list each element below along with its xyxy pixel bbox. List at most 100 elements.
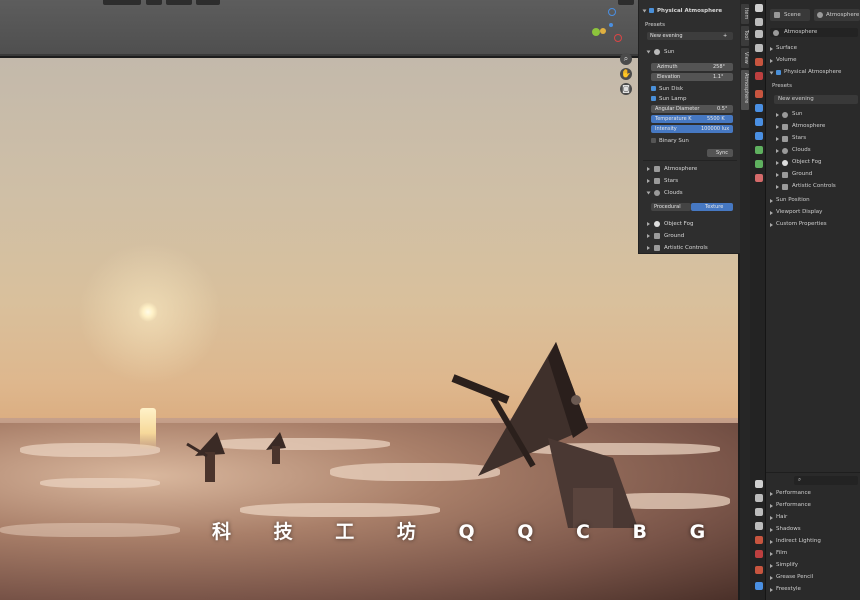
expand-arrow-icon[interactable] <box>770 552 773 556</box>
lower-panel-header[interactable]: Freestyle <box>766 585 860 596</box>
expand-arrow-icon[interactable] <box>647 246 650 250</box>
search-icon[interactable]: ⌕ <box>620 53 632 65</box>
expand-arrow-icon[interactable] <box>776 137 779 141</box>
expand-arrow-icon[interactable] <box>776 185 779 189</box>
render-properties-icon[interactable] <box>755 494 763 502</box>
artistic-controls-row[interactable]: Artistic Controls <box>639 243 741 253</box>
preset-dropdown[interactable]: New evening <box>774 95 858 104</box>
header-button[interactable] <box>166 0 192 5</box>
preset-dropdown[interactable]: New evening + <box>647 32 733 40</box>
lower-panel-header[interactable]: Simplify <box>766 561 860 572</box>
world-properties-icon[interactable] <box>755 72 763 80</box>
expand-arrow-icon[interactable] <box>646 50 651 54</box>
output-properties-icon[interactable] <box>755 508 763 516</box>
scene-properties-icon[interactable] <box>755 536 763 544</box>
scene-properties-icon[interactable] <box>755 58 763 66</box>
expand-arrow-icon[interactable] <box>770 492 773 496</box>
expand-arrow-icon[interactable] <box>770 223 773 227</box>
tab-tool[interactable]: Tool <box>741 26 749 46</box>
ground-item[interactable]: Ground <box>766 170 860 181</box>
hand-icon[interactable]: ✋ <box>620 68 632 80</box>
lower-panel-header[interactable]: Indirect Lighting <box>766 537 860 548</box>
expand-arrow-icon[interactable] <box>647 179 650 183</box>
mode-texture-button[interactable]: Texture <box>691 203 733 211</box>
tool-properties-icon[interactable] <box>755 480 763 488</box>
expand-arrow-icon[interactable] <box>776 113 779 117</box>
expand-arrow-icon[interactable] <box>770 588 773 592</box>
viewport-display-panel-header[interactable]: Viewport Display <box>766 208 860 219</box>
material-properties-icon[interactable] <box>755 174 763 182</box>
expand-arrow-icon[interactable] <box>770 540 773 544</box>
physical-atmosphere-checkbox[interactable] <box>649 8 654 13</box>
header-button[interactable] <box>146 0 162 5</box>
lower-panel-header[interactable]: Shadows <box>766 525 860 536</box>
temperature-field[interactable]: Temperature K 5500 K <box>651 115 733 123</box>
lower-panel-header[interactable]: Hair <box>766 513 860 524</box>
header-dropdown[interactable] <box>103 0 141 5</box>
view-layer-icon[interactable] <box>755 522 763 530</box>
modifier-properties-icon[interactable] <box>755 582 763 590</box>
sun-disk-checkbox[interactable] <box>651 86 656 91</box>
tab-view[interactable]: View <box>741 48 749 68</box>
particles-properties-icon[interactable] <box>755 118 763 126</box>
3d-viewport[interactable]: 科 技 工 坊 Q Q C B G . C N ⌕ ✋ ◙ <box>0 0 738 600</box>
gizmo-x-axis[interactable] <box>600 28 606 34</box>
lower-panel-header[interactable]: Performance <box>766 501 860 512</box>
artistic-controls-item[interactable]: Artistic Controls <box>766 182 860 193</box>
sun-lamp-row[interactable]: Sun Lamp <box>639 94 741 104</box>
physics-properties-icon[interactable] <box>755 132 763 140</box>
lower-panel-header[interactable]: Grease Pencil <box>766 573 860 584</box>
preset-add-icon[interactable]: + <box>723 32 727 40</box>
lower-panel-header[interactable]: Film <box>766 549 860 560</box>
scene-breadcrumb[interactable]: Scene <box>770 9 810 21</box>
tab-item[interactable]: Item <box>741 4 749 24</box>
ground-row[interactable]: Ground <box>639 231 741 241</box>
mode-procedural-button[interactable]: Procedural <box>651 203 691 211</box>
gizmo-z-axis[interactable] <box>608 8 616 16</box>
expand-arrow-icon[interactable] <box>776 173 779 177</box>
sun-position-panel-header[interactable]: Sun Position <box>766 196 860 207</box>
tab-atmosphere[interactable]: Atmosphere <box>741 70 749 110</box>
expand-arrow-icon[interactable] <box>770 528 773 532</box>
tool-properties-icon[interactable] <box>755 4 763 12</box>
binary-sun-checkbox[interactable] <box>651 138 656 143</box>
data-properties-icon[interactable] <box>755 160 763 168</box>
gizmo-y-axis[interactable] <box>592 28 600 36</box>
expand-arrow-icon[interactable] <box>776 125 779 129</box>
object-fog-row[interactable]: Object Fog <box>639 219 741 229</box>
expand-arrow-icon[interactable] <box>647 222 650 226</box>
output-properties-icon[interactable] <box>755 30 763 38</box>
constraints-properties-icon[interactable] <box>755 146 763 154</box>
world-properties-icon[interactable] <box>755 550 763 558</box>
expand-arrow-icon[interactable] <box>647 167 650 171</box>
binary-sun-row[interactable]: Binary Sun <box>639 136 741 146</box>
clouds-item[interactable]: Clouds <box>766 146 860 157</box>
object-fog-item[interactable]: Object Fog <box>766 158 860 169</box>
expand-arrow-icon[interactable] <box>776 149 779 153</box>
azimuth-field[interactable]: Azimuth 258° <box>651 63 733 71</box>
stars-section-header[interactable]: Stars <box>639 176 741 186</box>
properties-search-input[interactable]: ⌕ <box>794 476 858 485</box>
sync-button[interactable]: Sync <box>707 149 733 157</box>
atmosphere-item[interactable]: Atmosphere <box>766 122 860 133</box>
collapse-arrow-icon[interactable] <box>769 71 774 75</box>
view-layer-icon[interactable] <box>755 44 763 52</box>
sun-section-header[interactable]: Sun <box>639 47 741 57</box>
collapse-arrow-icon[interactable] <box>642 9 647 13</box>
expand-arrow-icon[interactable] <box>770 211 773 215</box>
expand-arrow-icon[interactable] <box>770 47 773 51</box>
camera-icon[interactable]: ◙ <box>620 83 632 95</box>
custom-properties-panel-header[interactable]: Custom Properties <box>766 220 860 231</box>
lower-panel-header[interactable]: Performance <box>766 489 860 500</box>
angular-diameter-field[interactable]: Angular Diameter 0.5° <box>651 105 733 113</box>
header-button[interactable] <box>196 0 220 5</box>
expand-arrow-icon[interactable] <box>770 576 773 580</box>
expand-arrow-icon[interactable] <box>770 59 773 63</box>
object-properties-icon[interactable] <box>755 90 763 98</box>
sun-item[interactable]: Sun <box>766 110 860 121</box>
expand-arrow-icon[interactable] <box>770 504 773 508</box>
expand-arrow-icon[interactable] <box>770 564 773 568</box>
panel-header[interactable]: Physical Atmosphere <box>639 6 741 16</box>
expand-arrow-icon[interactable] <box>646 191 651 195</box>
intensity-field[interactable]: Intensity 100000 lux <box>651 125 733 133</box>
